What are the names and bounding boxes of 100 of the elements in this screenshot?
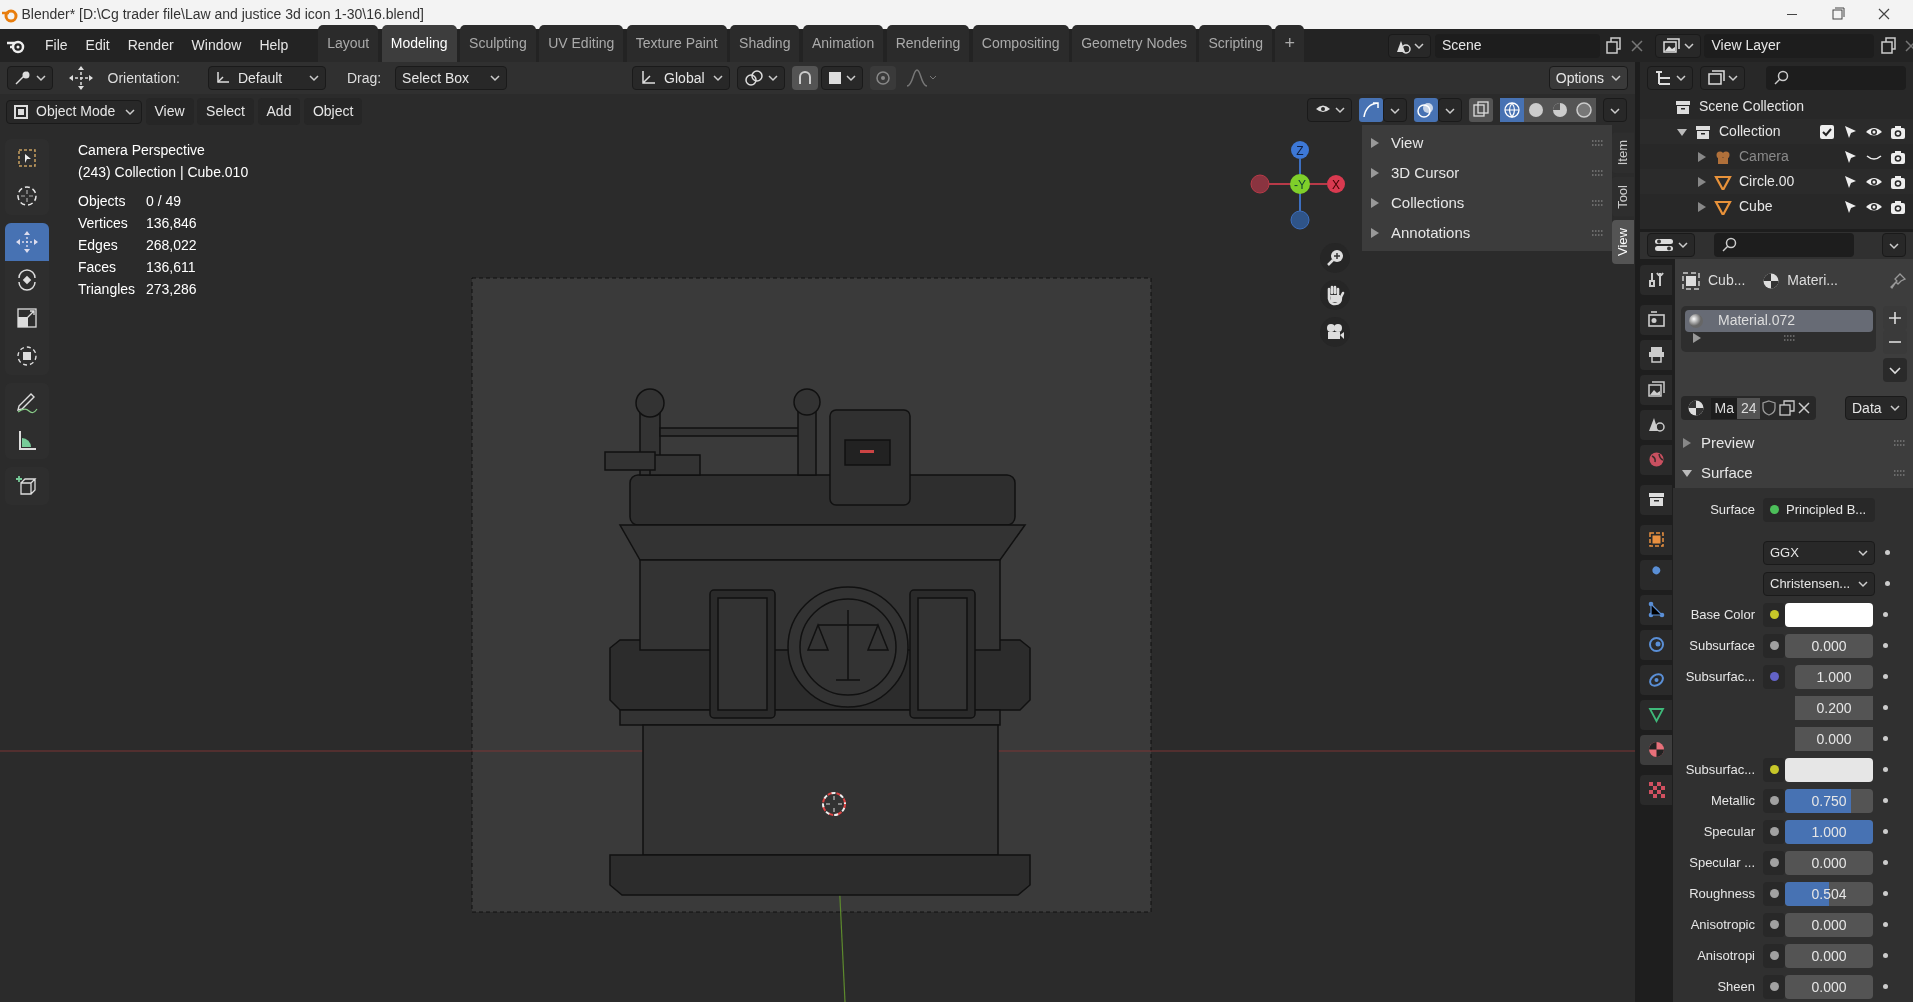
slider-field[interactable]: 0.504 bbox=[1785, 881, 1873, 906]
slider-field[interactable]: 0.000 bbox=[1785, 943, 1873, 968]
keyframe-dot[interactable] bbox=[1883, 767, 1888, 772]
expand-triangle-icon[interactable] bbox=[1369, 227, 1381, 239]
workspace-tab[interactable]: Geometry Nodes bbox=[1072, 25, 1196, 62]
number-field[interactable]: 1.000 bbox=[1795, 664, 1873, 689]
socket-icon[interactable] bbox=[1763, 943, 1785, 968]
options-dropdown[interactable]: Options bbox=[1548, 66, 1628, 90]
zoom-icon[interactable] bbox=[1320, 243, 1350, 273]
scene-field[interactable]: Scene bbox=[1434, 33, 1600, 58]
negative-z-axis-handle[interactable] bbox=[1290, 210, 1310, 230]
panel-header[interactable]: View bbox=[1391, 131, 1424, 155]
expand-triangle-icon[interactable] bbox=[1369, 167, 1381, 179]
socket-icon[interactable] bbox=[1763, 850, 1785, 875]
filter-dropdown[interactable] bbox=[1699, 66, 1745, 90]
search-field[interactable] bbox=[1713, 233, 1854, 258]
properties-tab[interactable] bbox=[1640, 339, 1672, 370]
slider-field[interactable]: 0.000 bbox=[1785, 850, 1873, 875]
keyframe-dot[interactable] bbox=[1883, 829, 1888, 834]
keyframe-dot[interactable] bbox=[1883, 674, 1888, 679]
keyframe-dot[interactable] bbox=[1885, 550, 1890, 555]
tree-item[interactable]: Collection bbox=[1719, 121, 1781, 142]
number-field[interactable]: 0.200 bbox=[1795, 695, 1873, 720]
render-camera-icon[interactable] bbox=[1890, 173, 1906, 190]
dropdown-field[interactable]: Christensen... bbox=[1763, 571, 1875, 596]
snap-magnet-icon[interactable] bbox=[791, 66, 818, 90]
solid-shading-icon[interactable] bbox=[1524, 98, 1548, 122]
slider-field[interactable]: 0.750 bbox=[1785, 788, 1873, 813]
drag-handle-icon[interactable] bbox=[1591, 169, 1605, 177]
properties-tab[interactable] bbox=[1640, 629, 1672, 660]
xray-icon[interactable] bbox=[1469, 98, 1493, 122]
proportional-edit-icon[interactable] bbox=[869, 66, 896, 90]
drag-handle-icon[interactable] bbox=[1591, 199, 1605, 207]
tree-item[interactable]: Camera bbox=[1739, 146, 1789, 167]
x-axis-handle[interactable]: X bbox=[1327, 175, 1345, 193]
shading-dropdown[interactable] bbox=[1603, 98, 1627, 122]
negative-x-axis-handle[interactable] bbox=[1250, 174, 1270, 194]
add-workspace-button[interactable]: + bbox=[1275, 25, 1304, 62]
duplicate-icon[interactable] bbox=[1778, 399, 1797, 417]
workspace-tab[interactable]: Compositing bbox=[972, 25, 1069, 62]
expand-triangle-icon[interactable] bbox=[1690, 331, 1703, 344]
select-arrow-icon[interactable] bbox=[1842, 198, 1858, 215]
properties-tab[interactable] bbox=[1640, 484, 1672, 515]
workspace-tab[interactable]: Rendering bbox=[886, 25, 970, 62]
hand-icon[interactable] bbox=[1320, 280, 1350, 310]
color-swatch[interactable] bbox=[1785, 757, 1873, 782]
menu-item[interactable]: Help bbox=[250, 32, 298, 59]
expand-triangle-icon[interactable] bbox=[1696, 175, 1708, 188]
expand-triangle-icon[interactable] bbox=[1681, 437, 1693, 449]
move-icon[interactable] bbox=[67, 65, 94, 91]
panel-header[interactable]: Surface bbox=[1701, 461, 1753, 485]
3d-cursor-icon[interactable] bbox=[822, 792, 846, 816]
menu-item[interactable]: Edit bbox=[76, 32, 119, 59]
keyframe-dot[interactable] bbox=[1883, 860, 1888, 865]
render-camera-icon[interactable] bbox=[1890, 198, 1906, 215]
properties-tab[interactable] bbox=[1640, 374, 1672, 405]
properties-tab[interactable] bbox=[1640, 264, 1672, 295]
keyframe-dot[interactable] bbox=[1883, 984, 1888, 989]
socket-icon[interactable] bbox=[1763, 633, 1785, 658]
material-slot[interactable]: Material.072 bbox=[1684, 309, 1873, 332]
snap-target-dropdown[interactable] bbox=[821, 66, 863, 90]
scene-type-dropdown[interactable] bbox=[1387, 33, 1432, 58]
properties-tab[interactable] bbox=[1640, 524, 1672, 555]
workspace-tab[interactable]: Scripting bbox=[1199, 25, 1272, 62]
dropdown-field[interactable]: GGX bbox=[1763, 540, 1875, 565]
workspace-tab[interactable]: Texture Paint bbox=[626, 25, 727, 62]
select-arrow-icon[interactable] bbox=[1842, 123, 1858, 140]
panel-header[interactable]: Preview bbox=[1701, 431, 1755, 455]
workspace-tab[interactable]: UV Editing bbox=[539, 25, 624, 62]
slider-field[interactable]: 0.000 bbox=[1785, 633, 1873, 658]
workspace-tab[interactable]: Animation bbox=[802, 25, 884, 62]
drag-handle-icon[interactable] bbox=[1893, 439, 1907, 447]
transform-orientation-dropdown[interactable]: Global bbox=[632, 66, 731, 90]
pivot-dropdown[interactable] bbox=[7, 66, 53, 90]
keyframe-dot[interactable] bbox=[1883, 643, 1888, 648]
user-count[interactable]: 24 bbox=[1737, 397, 1761, 419]
tree-item[interactable]: Circle.00 bbox=[1739, 171, 1795, 192]
keyframe-dot[interactable] bbox=[1883, 922, 1888, 927]
color-swatch[interactable] bbox=[1785, 602, 1873, 627]
properties-tab[interactable] bbox=[1640, 594, 1672, 625]
panel-header[interactable]: 3D Cursor bbox=[1391, 161, 1460, 185]
socket-icon[interactable] bbox=[1763, 602, 1785, 627]
tree-item[interactable]: Cube bbox=[1739, 196, 1773, 217]
properties-tab[interactable] bbox=[1640, 699, 1672, 730]
link-dropdown[interactable]: Data bbox=[1845, 396, 1907, 420]
properties-tab[interactable] bbox=[1640, 734, 1672, 765]
panel-header[interactable]: Annotations bbox=[1391, 221, 1471, 245]
menu-item[interactable]: Object bbox=[303, 98, 363, 125]
close-icon[interactable] bbox=[1796, 400, 1813, 416]
drag-handle-icon[interactable] bbox=[1782, 333, 1797, 342]
properties-tab[interactable] bbox=[1640, 409, 1672, 440]
socket-icon[interactable] bbox=[1763, 974, 1785, 999]
overlay-toggle-icon[interactable] bbox=[1414, 98, 1438, 122]
workspace-tab[interactable]: Modeling bbox=[381, 25, 457, 62]
slider-field[interactable]: 1.000 bbox=[1785, 819, 1873, 844]
menu-item[interactable]: Render bbox=[118, 32, 183, 59]
expand-triangle-icon[interactable] bbox=[1369, 137, 1381, 149]
gizmo-toggle-icon[interactable] bbox=[1359, 98, 1383, 122]
select-arrow-icon[interactable] bbox=[1842, 148, 1858, 165]
workspace-tab[interactable]: Sculpting bbox=[460, 25, 536, 62]
